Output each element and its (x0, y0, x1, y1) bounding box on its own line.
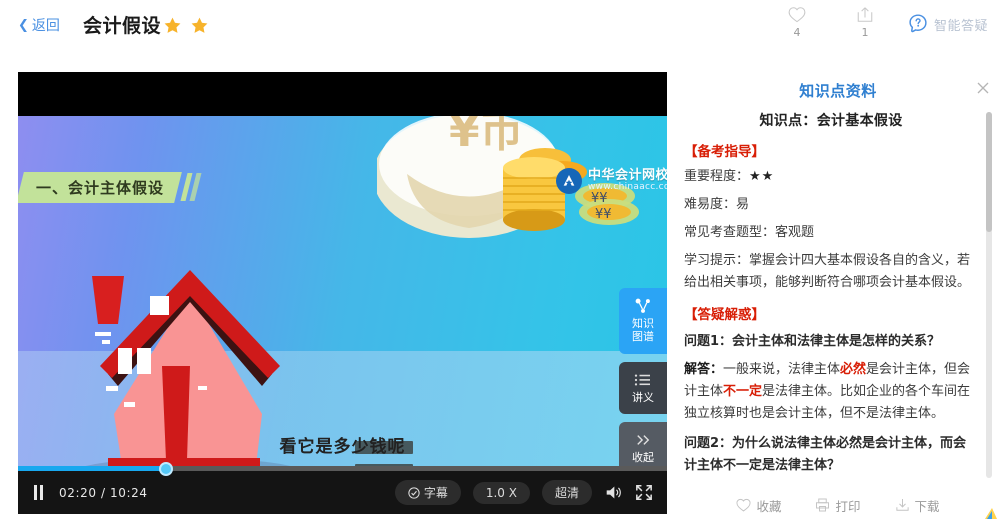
volume-button[interactable] (604, 484, 623, 501)
ai-question-head-icon (909, 14, 927, 33)
panel-header: 知识点资料 (676, 72, 1000, 106)
favorite-label: 收藏 (756, 498, 782, 514)
chevron-left-icon: ❮ (18, 17, 29, 33)
knowledge-graph-label-2: 图谱 (632, 330, 654, 343)
watermark-cn: 中华会计网校 (588, 168, 667, 184)
difficulty-row: 难易度：易 (684, 197, 750, 212)
knowledge-point-title: 知识点：会计基本假设 (759, 113, 903, 129)
fullscreen-button[interactable] (635, 484, 653, 501)
like-count: 4 (793, 26, 801, 39)
check-circle-icon (408, 486, 420, 499)
progress-handle[interactable] (159, 462, 173, 476)
panel-scrollbar[interactable] (986, 112, 992, 478)
time-display: 02:20 / 10:24 (59, 485, 148, 500)
favorite-button[interactable]: 收藏 (736, 496, 781, 515)
controls-left: 02:20 / 10:24 (34, 471, 148, 514)
collapse-button[interactable]: 收起 (619, 422, 667, 471)
star-icon (191, 17, 208, 33)
video-side-tools: 知识 图谱 讲义 收起 (619, 288, 667, 471)
watermark-en: www.chinaacc.com (588, 182, 667, 193)
knowledge-panel: 知识点资料 知识点：会计基本假设 【备考指导】 重要程度：★★ 难易度：易 常见… (676, 72, 1000, 523)
volume-icon (606, 486, 621, 499)
pause-button[interactable] (34, 485, 43, 500)
scrollbar-thumb[interactable] (986, 112, 992, 232)
importance-row: 重要程度：★★ (684, 166, 978, 188)
heart-icon (736, 498, 752, 512)
share-icon (857, 7, 873, 22)
close-icon (977, 82, 989, 94)
handout-label: 讲义 (632, 390, 654, 404)
list-icon (634, 371, 652, 389)
page-title: 会计假设 (83, 15, 162, 37)
knowledge-graph-icon (633, 297, 653, 315)
like-button[interactable]: 4 (763, 6, 831, 39)
video-player[interactable]: ¥币 ¥¥ ¥¥ 一、会计主体假设 中华会计网校 www.chinaacc.co… (18, 72, 667, 514)
slide-banner-title: 一、会计主体假设 (36, 178, 165, 197)
panel-footer: 收藏 打印 下载 (676, 487, 1000, 523)
video-frame: ¥币 ¥¥ ¥¥ 一、会计主体假设 中华会计网校 www.chinaacc.co… (18, 116, 667, 471)
study-tip-row: 学习提示：掌握会计四大基本假设各自的含义，若给出相关事项，能够判断符合哪项会计基… (684, 253, 971, 290)
back-label: 返回 (31, 18, 60, 34)
video-subtitle: 看它是多少钱呢 (279, 437, 406, 457)
speed-button[interactable]: 1.0 X (472, 481, 530, 504)
answer-label: 解答： (684, 362, 724, 377)
answer-emph-2: 不一定 (723, 384, 763, 399)
back-button[interactable]: ❮ 返回 (18, 15, 60, 35)
share-button[interactable]: 1 (831, 6, 899, 39)
faq-question-2: 问题2：为什么说法律主体必然是会计主体，而会计主体不一定是法律主体？ (684, 436, 967, 473)
subtitle-toggle[interactable]: 字幕 (394, 480, 461, 505)
faq-question-1: 问题1：会计主体和法律主体是怎样的关系？ (684, 334, 941, 349)
player-controls: 02:20 / 10:24 字幕 1.0 X 超清 (18, 462, 667, 514)
difficulty-stars (163, 16, 209, 35)
ai-assistant-button[interactable]: 智能答疑 (907, 13, 988, 35)
answer-text-1: 一般来说，法律主体 (723, 362, 841, 377)
video-letterbox-top (18, 72, 667, 116)
svg-text:¥¥: ¥¥ (595, 207, 612, 222)
site-watermark: 中华会计网校 www.chinaacc.com (556, 168, 667, 194)
collapse-label: 收起 (632, 450, 654, 464)
close-button[interactable] (976, 80, 990, 94)
exam-guide-heading: 【备考指导】 (684, 144, 765, 160)
corner-arrow-icon (985, 508, 997, 519)
subtitle-label: 字幕 (423, 486, 448, 500)
header-actions: 4 1 智能答疑 (763, 6, 1000, 39)
video-lesson-page: ❮ 返回 会计假设 4 1 智能答疑 ¥币 ¥¥ ¥¥ 一、会计主体假设 中华会… (0, 0, 1000, 523)
panel-content: 知识点：会计基本假设 【备考指导】 重要程度：★★ 难易度：易 常见考查题型：客… (676, 106, 1000, 486)
knowledge-graph-button[interactable]: 知识 图谱 (619, 288, 667, 354)
quality-button[interactable]: 超清 (541, 480, 592, 505)
ai-assistant-label: 智能答疑 (933, 18, 988, 34)
download-label: 下载 (914, 498, 940, 514)
print-button[interactable]: 打印 (815, 496, 861, 515)
importance-label: 重要程度： (684, 169, 750, 184)
answer-emph-1: 必然 (840, 362, 867, 377)
page-header: ❮ 返回 会计假设 4 1 智能答疑 (0, 0, 1000, 58)
controls-right: 字幕 1.0 X 超清 (394, 471, 653, 514)
download-icon (895, 499, 909, 511)
money-illustration: ¥币 ¥¥ ¥¥ (377, 116, 639, 238)
site-logo-icon (556, 168, 582, 194)
faq-heading: 【答疑解惑】 (684, 307, 765, 323)
faq-answer-1: 解答：一般来说，法律主体必然是会计主体，但会计主体不一定是法律主体。比如企业的各… (684, 359, 978, 425)
slide-banner: 一、会计主体假设 (18, 171, 202, 203)
svg-text:¥币: ¥币 (449, 116, 524, 157)
question-type-row: 常见考查题型：客观题 (684, 225, 815, 240)
double-chevron-right-icon (634, 431, 652, 449)
heart-icon (788, 7, 806, 23)
panel-title: 知识点资料 (799, 82, 877, 100)
star-icon (164, 17, 181, 33)
share-count: 1 (861, 26, 869, 39)
print-icon (816, 498, 830, 512)
fullscreen-icon (636, 485, 652, 500)
print-label: 打印 (835, 498, 861, 514)
handout-button[interactable]: 讲义 (619, 362, 667, 414)
importance-stars: ★★ (749, 169, 775, 184)
banner-slashes (180, 173, 202, 201)
download-button[interactable]: 下载 (895, 496, 940, 515)
